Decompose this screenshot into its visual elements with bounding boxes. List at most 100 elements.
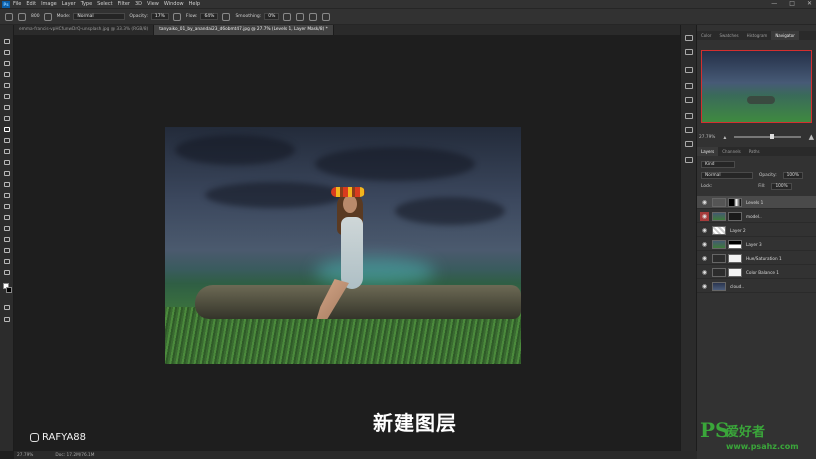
doc-tab-1[interactable]: emma-francis-vpHCfunwDrQ-unsplash.jpg @ … (14, 25, 155, 35)
visibility-eye-icon[interactable]: ◉ (700, 268, 709, 277)
properties-panel-icon[interactable] (685, 49, 693, 55)
menu-image[interactable]: Image (41, 1, 57, 7)
history-panel-icon[interactable] (685, 35, 693, 41)
menu-window[interactable]: Window (164, 1, 184, 7)
pressure-opacity-icon[interactable] (172, 12, 181, 21)
more-tools-icon[interactable] (3, 270, 11, 276)
status-zoom[interactable]: 27.79% (17, 453, 33, 458)
stamp-tool-icon[interactable] (3, 138, 11, 144)
hand-tool-icon[interactable] (3, 248, 11, 254)
brush-tool-icon[interactable] (18, 12, 26, 21)
layer-row[interactable]: ◉ Hue/Saturation 1 (697, 252, 816, 265)
3d-panel-icon[interactable] (685, 83, 693, 89)
healing-tool-icon[interactable] (3, 116, 11, 122)
frame-tool-icon[interactable] (3, 94, 11, 100)
tab-navigator[interactable]: Navigator (771, 31, 799, 40)
menu-select[interactable]: Select (97, 1, 112, 7)
visibility-eye-icon[interactable]: ◉ (700, 198, 709, 207)
color-swatches[interactable] (3, 283, 12, 295)
zoom-slider-knob[interactable] (770, 134, 775, 139)
quick-mask-icon[interactable] (3, 305, 11, 311)
layer-opacity-input[interactable]: 100% (782, 172, 803, 179)
navigator-zoom-value[interactable]: 27.79% (699, 135, 715, 140)
tab-layers[interactable]: Layers (697, 147, 719, 156)
path-select-tool-icon[interactable] (3, 226, 11, 232)
visibility-eye-icon[interactable]: ◉ (700, 282, 709, 291)
quick-select-tool-icon[interactable] (3, 72, 11, 78)
tab-color[interactable]: Color (697, 31, 715, 40)
character-panel-icon[interactable] (685, 127, 693, 133)
layer-mask-thumbnail[interactable] (728, 253, 742, 263)
tab-swatches[interactable]: Swatches (715, 31, 742, 40)
visibility-eye-icon[interactable]: ◉ (700, 226, 709, 235)
opacity-input[interactable]: 17% (150, 13, 169, 20)
adjustments-panel-icon[interactable] (685, 97, 693, 103)
dodge-tool-icon[interactable] (3, 193, 11, 199)
layer-mask-thumbnail[interactable] (728, 267, 742, 277)
symmetry-icon[interactable] (322, 12, 331, 21)
minimize-button[interactable]: — (771, 0, 777, 7)
mode-select[interactable]: Normal (73, 13, 126, 20)
layer-row[interactable]: ◉ Levels 1 (697, 196, 816, 209)
marquee-tool-icon[interactable] (3, 50, 11, 56)
maximize-button[interactable]: □ (789, 0, 795, 7)
airbrush-icon[interactable] (222, 12, 231, 21)
zoom-tool-icon[interactable] (3, 259, 11, 265)
eyedropper-tool-icon[interactable] (3, 105, 11, 111)
paragraph-panel-icon[interactable] (685, 141, 693, 147)
zoom-out-icon[interactable]: ▴ (723, 134, 726, 141)
pen-tool-icon[interactable] (3, 204, 11, 210)
layer-row[interactable]: ◉ Color Balance 1 (697, 266, 816, 279)
menu-view[interactable]: View (147, 1, 159, 7)
layer-row[interactable]: ◉ cloud.. (697, 280, 816, 293)
brush-tool-icon[interactable] (3, 127, 11, 133)
tab-paths[interactable]: Paths (745, 147, 764, 156)
tab-channels[interactable]: Channels (718, 147, 745, 156)
zoom-slider[interactable] (734, 134, 801, 139)
move-tool-icon[interactable] (3, 39, 11, 45)
shape-tool-icon[interactable] (3, 237, 11, 243)
layer-mask-thumbnail[interactable] (728, 197, 742, 207)
blur-tool-icon[interactable] (3, 182, 11, 188)
background-color-swatch[interactable] (6, 287, 12, 293)
menu-file[interactable]: File (13, 1, 21, 7)
home-icon[interactable] (5, 12, 13, 21)
tab-histogram[interactable]: Histogram (743, 31, 772, 40)
blend-mode-select[interactable]: Normal (701, 172, 753, 179)
visibility-eye-icon[interactable]: ◉ (700, 254, 709, 263)
brush-size-preset[interactable]: 800 (31, 14, 40, 19)
visibility-eye-icon[interactable]: ◉ (700, 211, 709, 221)
lasso-tool-icon[interactable] (3, 61, 11, 67)
visibility-eye-icon[interactable]: ◉ (700, 240, 709, 249)
angle-icon[interactable] (296, 12, 305, 21)
layer-mask-thumbnail[interactable] (728, 239, 742, 249)
crop-tool-icon[interactable] (3, 83, 11, 89)
gradient-tool-icon[interactable] (3, 171, 11, 177)
flow-input[interactable]: 64% (200, 13, 219, 20)
close-button[interactable]: ✕ (807, 0, 812, 7)
layer-mask-thumbnail[interactable] (728, 211, 742, 221)
libraries-panel-icon[interactable] (685, 113, 693, 119)
layer-fill-input[interactable]: 100% (771, 183, 792, 190)
smoothing-input[interactable]: 0% (264, 13, 280, 20)
pressure-size-icon[interactable] (309, 12, 318, 21)
navigator-thumbnail[interactable] (701, 50, 812, 123)
brush-settings-icon[interactable] (685, 67, 693, 73)
layer-row[interactable]: ◉ Layer 2 (697, 224, 816, 237)
filter-kind-select[interactable]: Kind (701, 161, 735, 168)
doc-tab-2[interactable]: tanyaiko_01_by_anandai23_d6obmt47.jpg @ … (154, 25, 334, 35)
document-image[interactable] (165, 127, 521, 364)
type-tool-icon[interactable] (3, 215, 11, 221)
menu-edit[interactable]: Edit (26, 1, 36, 7)
brush-panel-icon[interactable] (43, 12, 52, 21)
layer-row[interactable]: ◉ model.. (697, 210, 816, 223)
menu-help[interactable]: Help (189, 1, 200, 7)
zoom-in-icon[interactable]: ▲ (809, 133, 814, 141)
menu-filter[interactable]: Filter (118, 1, 130, 7)
glyphs-panel-icon[interactable] (685, 157, 693, 163)
layer-row[interactable]: ◉ Layer 3 (697, 238, 816, 251)
gear-icon[interactable] (283, 12, 292, 21)
history-brush-tool-icon[interactable] (3, 149, 11, 155)
menu-3d[interactable]: 3D (135, 1, 142, 7)
menu-type[interactable]: Type (81, 1, 92, 7)
